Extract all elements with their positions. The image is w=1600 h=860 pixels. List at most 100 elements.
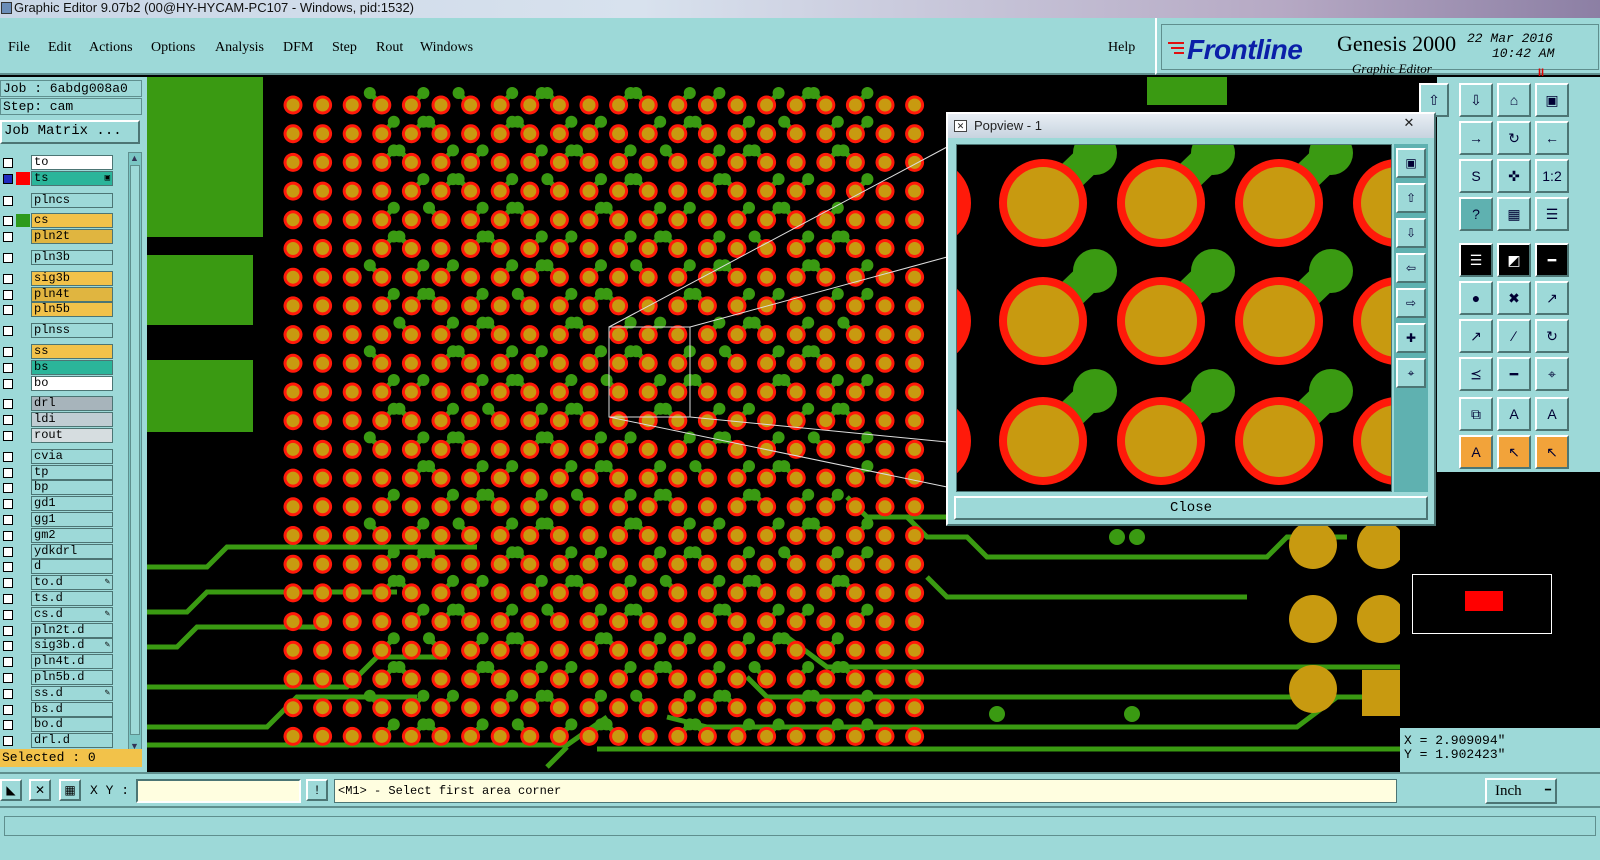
grid-icon[interactable]: ▦ xyxy=(1497,197,1531,231)
layer-name[interactable]: gd1 xyxy=(31,496,113,512)
layer-row-ydkdrl[interactable]: ydkdrl xyxy=(0,543,114,559)
menu-windows[interactable]: Windows xyxy=(420,40,473,56)
layer-name[interactable]: ts.d xyxy=(31,591,113,606)
layer-row-gm2[interactable]: gm2 xyxy=(0,527,114,543)
layer-row-cvia[interactable]: cvia xyxy=(0,448,114,464)
layer-checkbox[interactable] xyxy=(3,173,13,184)
layer-name[interactable]: ts ▣ xyxy=(31,170,113,186)
layer-checkbox[interactable] xyxy=(3,431,13,441)
up-icon[interactable]: ⇧ xyxy=(1396,183,1426,213)
pointer-icon[interactable]: ↖ xyxy=(1497,435,1531,469)
alert-icon[interactable]: ! xyxy=(306,779,328,801)
layer-name[interactable]: ss xyxy=(31,344,113,359)
layer-row-tp[interactable]: tp xyxy=(0,464,114,480)
menu-help[interactable]: Help xyxy=(1108,40,1135,56)
scroll-thumb[interactable] xyxy=(130,165,140,735)
layer-checkbox[interactable] xyxy=(3,609,13,620)
layer-row-pln4t-d[interactable]: pln4t.d xyxy=(0,654,114,670)
help-icon[interactable]: ? xyxy=(1459,197,1493,231)
layer-checkbox[interactable] xyxy=(3,467,13,478)
layer-checkbox[interactable] xyxy=(3,216,13,227)
layer-name[interactable]: pln3b xyxy=(31,250,113,265)
layer-a-icon[interactable]: ☰ xyxy=(1535,197,1569,231)
layer-scrollbar[interactable]: ▲ ▼ xyxy=(128,152,142,752)
right-icon[interactable]: ⇨ xyxy=(1396,288,1426,318)
layer-name[interactable]: sig3b xyxy=(31,270,113,286)
layer-checkbox[interactable] xyxy=(3,347,13,357)
line-icon[interactable]: ∕ xyxy=(1497,319,1531,353)
layer-checkbox[interactable] xyxy=(3,326,13,337)
job-matrix-button[interactable]: Job Matrix ... xyxy=(0,120,140,144)
layer-checkbox[interactable] xyxy=(3,378,13,389)
layer-row-ss-d[interactable]: ss.d ✎ xyxy=(0,685,114,701)
bracket-icon[interactable]: ⪯ xyxy=(1459,357,1493,391)
text-b-icon[interactable]: A xyxy=(1535,397,1569,431)
layer-row-pln2t[interactable]: pln2t xyxy=(0,229,114,245)
layer-checkbox[interactable] xyxy=(3,704,13,715)
layer-row-bo[interactable]: bo xyxy=(0,375,114,391)
arc-icon[interactable]: ↻ xyxy=(1535,319,1569,353)
layer-name[interactable]: bo xyxy=(31,375,113,391)
layer-checkbox[interactable] xyxy=(3,720,13,731)
measure-icon[interactable]: ◩ xyxy=(1497,243,1531,277)
copy-icon[interactable]: ⧉ xyxy=(1459,397,1493,431)
layer-checkbox[interactable] xyxy=(3,625,13,636)
layer-name[interactable]: sig3b.d ✎ xyxy=(31,638,113,654)
layer-checkbox[interactable] xyxy=(3,158,13,168)
layer-name[interactable]: cs.d ✎ xyxy=(31,606,113,622)
fit-icon[interactable]: ▣ xyxy=(1396,148,1426,178)
layer-name[interactable]: to xyxy=(31,155,113,170)
zoom-out-icon[interactable]: ← xyxy=(1535,121,1569,155)
layer-row-sig3b[interactable]: sig3b xyxy=(0,270,114,286)
text-a-icon[interactable]: A xyxy=(1497,397,1531,431)
layer-name[interactable]: cs xyxy=(31,213,113,229)
layer-name[interactable]: ydkdrl xyxy=(31,543,113,559)
layer-checkbox[interactable] xyxy=(3,657,13,668)
scroll-up-icon[interactable]: ▲ xyxy=(130,153,139,163)
menu-rout[interactable]: Rout xyxy=(376,40,403,56)
layer-row-pln4t[interactable]: pln4t xyxy=(0,286,114,302)
layer-checkbox[interactable] xyxy=(3,515,13,525)
select-mode-icon[interactable]: ◣ xyxy=(0,779,22,801)
layer-color-swatch[interactable] xyxy=(16,171,30,185)
layer-row-plncs[interactable]: plncs xyxy=(0,192,114,208)
layer-name[interactable]: bp xyxy=(31,480,113,496)
layer-checkbox[interactable] xyxy=(3,641,13,652)
layer-row-to[interactable]: to xyxy=(0,155,114,170)
popview-window[interactable]: ✕ Popview - 1 ✕ ▣ ⇧ ⇩ ⇦ ⇨ ✚ ⌖ Close xyxy=(946,112,1436,526)
layer-name[interactable]: pln2t xyxy=(31,229,113,245)
layer-name[interactable]: pln2t.d xyxy=(31,622,113,638)
pan-icon[interactable]: ✜ xyxy=(1497,159,1531,193)
layer-name[interactable]: ss.d ✎ xyxy=(31,685,113,701)
zoom-in-icon[interactable]: → xyxy=(1459,121,1493,155)
layer-checkbox[interactable] xyxy=(3,415,13,426)
layer-name[interactable]: to.d ✎ xyxy=(31,575,113,591)
snap-off-icon[interactable]: ✕ xyxy=(29,779,51,801)
layer-name[interactable]: gg1 xyxy=(31,512,113,527)
one-to-one-icon[interactable]: 1:2 xyxy=(1535,159,1569,193)
layer-checkbox[interactable] xyxy=(3,499,13,510)
menu-file[interactable]: File xyxy=(8,40,30,56)
layer-row-gg1[interactable]: gg1 xyxy=(0,512,114,527)
layer-row-cs[interactable]: cs xyxy=(0,213,114,229)
save-view-icon[interactable]: ⇩ xyxy=(1459,83,1493,117)
layer-row-gd1[interactable]: gd1 xyxy=(0,496,114,512)
layer-checkbox[interactable] xyxy=(3,253,13,263)
layer-row-bo-d[interactable]: bo.d xyxy=(0,717,114,733)
close-icon[interactable]: ✕ xyxy=(1396,115,1422,133)
layer-checkbox[interactable] xyxy=(3,289,13,300)
layer-name[interactable]: drl.d xyxy=(31,733,113,749)
layer-checkbox[interactable] xyxy=(3,594,13,604)
layer-name[interactable]: cvia xyxy=(31,448,113,464)
layer-checkbox[interactable] xyxy=(3,195,13,206)
layer-name[interactable]: bo.d xyxy=(31,717,113,733)
circle-icon[interactable]: ● xyxy=(1459,281,1493,315)
center-icon[interactable]: ⌖ xyxy=(1535,357,1569,391)
layer-row-ts-d[interactable]: ts.d xyxy=(0,591,114,606)
layer-row-ldi[interactable]: ldi xyxy=(0,412,114,428)
layer-row-pln5b-d[interactable]: pln5b.d xyxy=(0,670,114,685)
layer-checkbox[interactable] xyxy=(3,232,13,243)
cross-icon[interactable]: ✖ xyxy=(1497,281,1531,315)
redraw-icon[interactable]: S xyxy=(1459,159,1493,193)
popview-close-button[interactable]: Close xyxy=(954,496,1428,520)
